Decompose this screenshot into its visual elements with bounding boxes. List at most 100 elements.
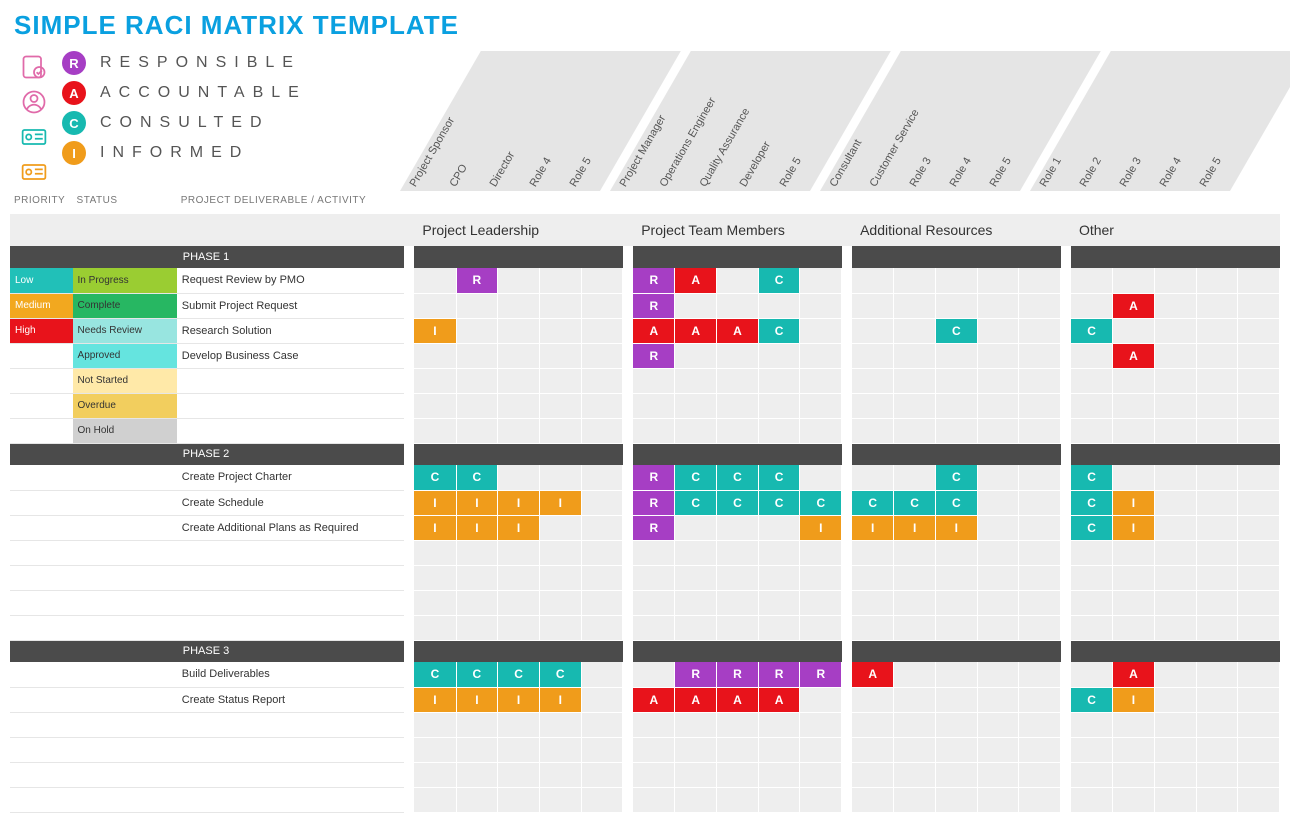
raci-cell[interactable]	[800, 393, 842, 418]
raci-cell[interactable]	[1019, 418, 1061, 443]
raci-cell[interactable]	[414, 343, 456, 368]
raci-cell[interactable]	[1238, 465, 1280, 490]
raci-cell[interactable]: C	[758, 318, 800, 343]
raci-cell[interactable]	[498, 393, 540, 418]
raci-cell[interactable]	[456, 343, 498, 368]
raci-cell[interactable]	[1238, 318, 1280, 343]
raci-cell[interactable]	[1071, 343, 1113, 368]
status-cell[interactable]	[73, 515, 177, 540]
raci-cell[interactable]	[852, 268, 894, 293]
raci-cell[interactable]	[539, 418, 581, 443]
raci-cell[interactable]	[539, 318, 581, 343]
raci-cell[interactable]	[1019, 465, 1061, 490]
raci-cell[interactable]	[414, 418, 456, 443]
raci-cell[interactable]	[894, 318, 936, 343]
raci-cell[interactable]: A	[717, 687, 759, 712]
raci-cell[interactable]	[539, 393, 581, 418]
activity-cell[interactable]: Create Project Charter	[177, 465, 404, 490]
raci-cell[interactable]: I	[935, 515, 977, 540]
status-cell[interactable]	[73, 687, 177, 712]
raci-cell[interactable]: C	[935, 465, 977, 490]
raci-cell[interactable]: I	[1113, 515, 1155, 540]
raci-cell[interactable]: C	[1071, 490, 1113, 515]
raci-cell[interactable]	[581, 418, 623, 443]
raci-cell[interactable]: I	[539, 490, 581, 515]
raci-cell[interactable]: R	[717, 662, 759, 687]
raci-cell[interactable]	[800, 368, 842, 393]
raci-cell[interactable]: I	[456, 515, 498, 540]
priority-cell[interactable]	[10, 687, 73, 712]
raci-cell[interactable]	[1113, 393, 1155, 418]
raci-cell[interactable]	[894, 368, 936, 393]
raci-cell[interactable]	[800, 343, 842, 368]
raci-cell[interactable]: R	[633, 293, 675, 318]
raci-cell[interactable]: I	[1113, 687, 1155, 712]
raci-cell[interactable]	[852, 368, 894, 393]
raci-cell[interactable]	[1238, 687, 1280, 712]
raci-cell[interactable]	[1154, 515, 1196, 540]
raci-cell[interactable]	[1238, 368, 1280, 393]
raci-cell[interactable]	[498, 368, 540, 393]
raci-cell[interactable]: R	[633, 268, 675, 293]
raci-cell[interactable]: A	[717, 318, 759, 343]
raci-cell[interactable]	[456, 418, 498, 443]
raci-cell[interactable]	[935, 293, 977, 318]
raci-cell[interactable]	[456, 293, 498, 318]
raci-cell[interactable]	[935, 268, 977, 293]
raci-cell[interactable]: R	[633, 515, 675, 540]
raci-cell[interactable]: R	[633, 343, 675, 368]
raci-cell[interactable]	[1154, 662, 1196, 687]
raci-cell[interactable]: C	[800, 490, 842, 515]
priority-cell[interactable]	[10, 343, 73, 368]
raci-cell[interactable]	[977, 393, 1019, 418]
raci-cell[interactable]	[1019, 393, 1061, 418]
raci-cell[interactable]	[1113, 465, 1155, 490]
raci-cell[interactable]	[1238, 662, 1280, 687]
raci-cell[interactable]	[1019, 687, 1061, 712]
raci-cell[interactable]	[894, 268, 936, 293]
priority-cell[interactable]: Medium	[10, 293, 73, 318]
raci-cell[interactable]: C	[758, 268, 800, 293]
status-cell[interactable]: Complete	[73, 293, 177, 318]
raci-cell[interactable]	[1196, 418, 1238, 443]
raci-cell[interactable]	[456, 393, 498, 418]
raci-cell[interactable]	[1196, 318, 1238, 343]
raci-cell[interactable]	[675, 368, 717, 393]
raci-cell[interactable]: R	[633, 465, 675, 490]
activity-cell[interactable]	[177, 393, 404, 418]
raci-cell[interactable]: A	[1113, 662, 1155, 687]
raci-cell[interactable]: A	[758, 687, 800, 712]
raci-cell[interactable]	[581, 393, 623, 418]
raci-cell[interactable]	[1019, 318, 1061, 343]
raci-cell[interactable]	[1154, 343, 1196, 368]
raci-cell[interactable]	[935, 662, 977, 687]
raci-cell[interactable]	[800, 687, 842, 712]
raci-cell[interactable]: C	[717, 490, 759, 515]
status-cell[interactable]	[73, 662, 177, 687]
raci-cell[interactable]	[1154, 318, 1196, 343]
priority-cell[interactable]	[10, 393, 73, 418]
raci-cell[interactable]: A	[675, 268, 717, 293]
raci-cell[interactable]: C	[1071, 318, 1113, 343]
raci-cell[interactable]	[1019, 662, 1061, 687]
raci-cell[interactable]	[1154, 268, 1196, 293]
raci-cell[interactable]	[1071, 268, 1113, 293]
raci-cell[interactable]	[894, 687, 936, 712]
raci-cell[interactable]	[414, 393, 456, 418]
raci-cell[interactable]	[581, 268, 623, 293]
raci-cell[interactable]	[1019, 343, 1061, 368]
raci-cell[interactable]: C	[456, 465, 498, 490]
raci-cell[interactable]	[581, 368, 623, 393]
raci-cell[interactable]: I	[894, 515, 936, 540]
raci-cell[interactable]	[539, 343, 581, 368]
raci-cell[interactable]	[894, 343, 936, 368]
raci-cell[interactable]	[498, 268, 540, 293]
raci-cell[interactable]: A	[675, 318, 717, 343]
raci-cell[interactable]: I	[414, 318, 456, 343]
raci-cell[interactable]: C	[894, 490, 936, 515]
raci-cell[interactable]	[675, 393, 717, 418]
raci-cell[interactable]	[1019, 368, 1061, 393]
raci-cell[interactable]	[498, 418, 540, 443]
raci-cell[interactable]	[894, 465, 936, 490]
raci-cell[interactable]	[1113, 268, 1155, 293]
